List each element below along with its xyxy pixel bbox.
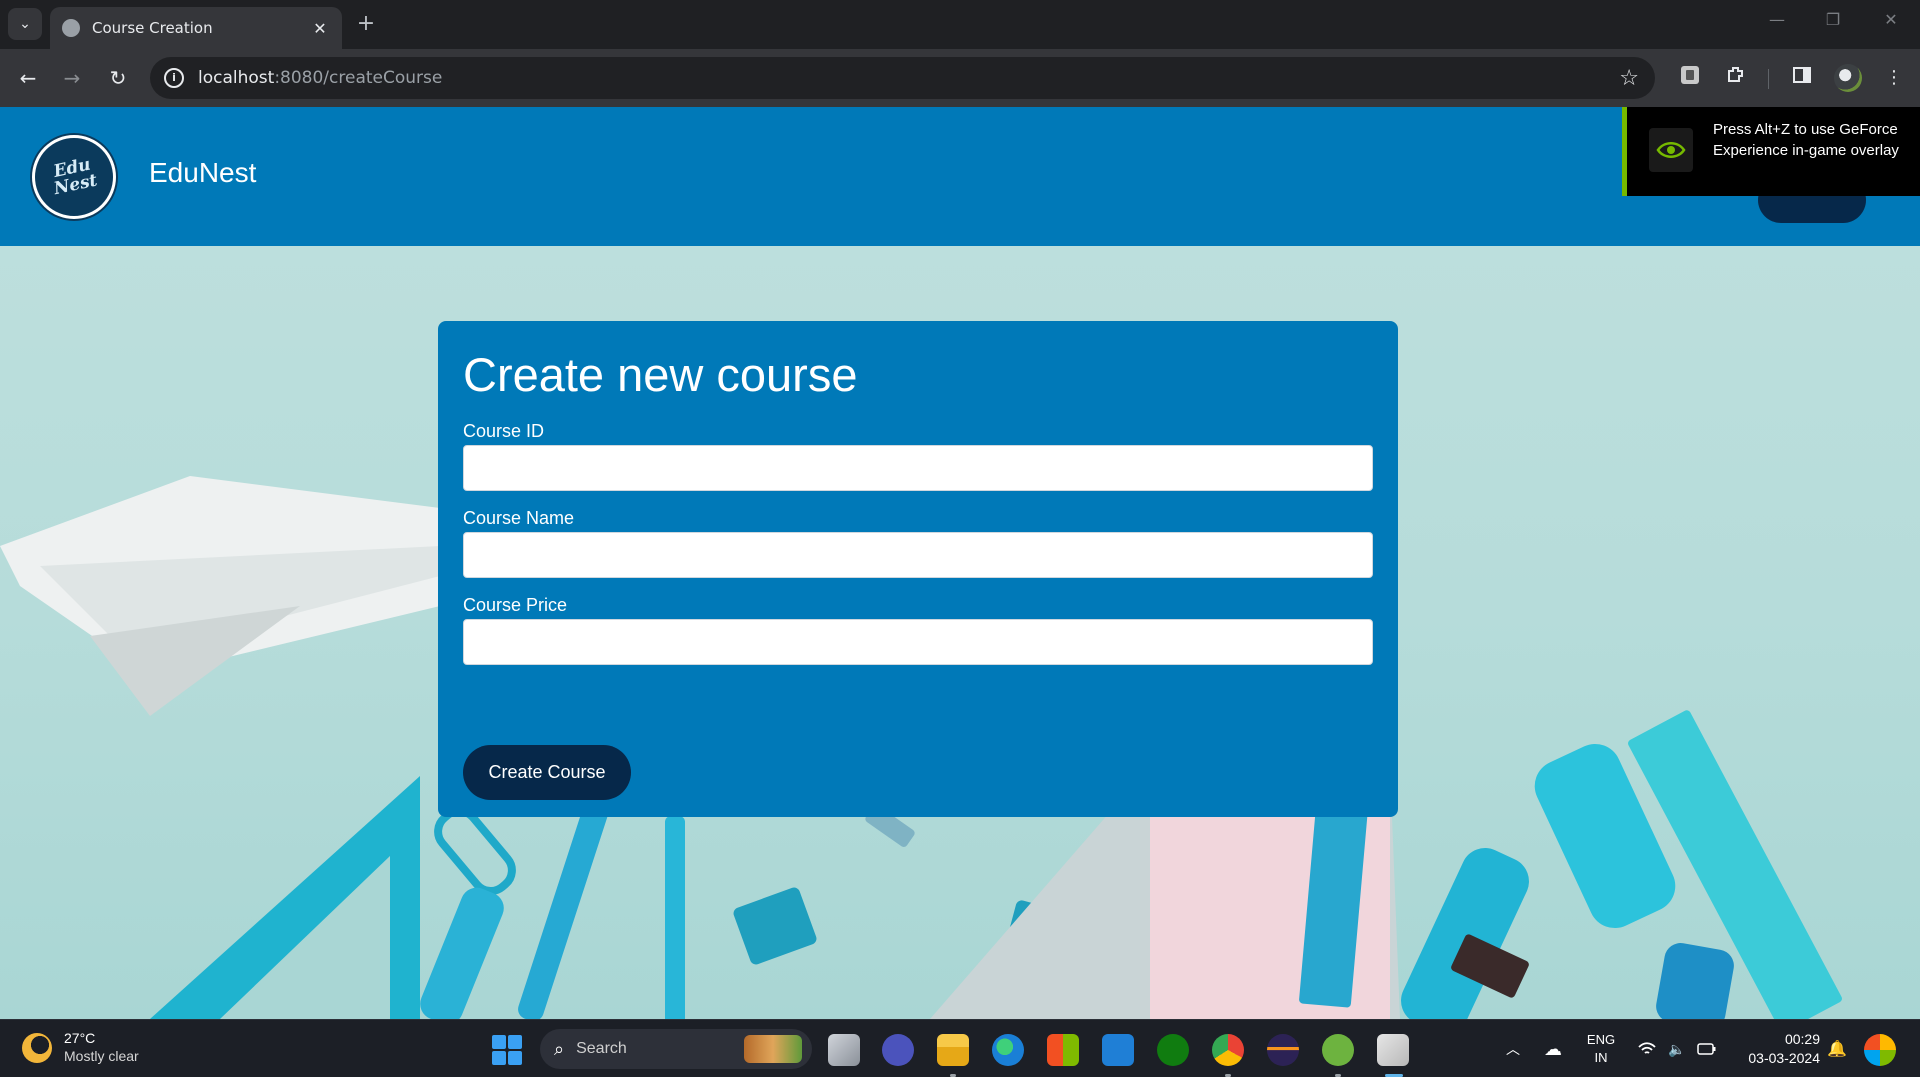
address-bar[interactable]: i localhost:8080/createCourse ☆: [150, 57, 1655, 99]
url-host: localhost: [198, 68, 275, 88]
language-indicator[interactable]: ENG IN: [1578, 1020, 1624, 1077]
page-viewport: Edu Nest EduNest Press Alt+Z to use GeFo…: [0, 107, 1920, 1019]
moon-weather-icon: [22, 1032, 52, 1063]
back-arrow-icon[interactable]: ←: [14, 64, 42, 92]
file-explorer-icon[interactable]: [937, 1034, 969, 1066]
brand-name[interactable]: EduNest: [149, 157, 256, 189]
edge-browser-icon[interactable]: [992, 1034, 1024, 1066]
battery-icon[interactable]: [1692, 1020, 1722, 1077]
url-path: :8080/createCourse: [274, 68, 443, 88]
copilot-icon[interactable]: [1864, 1034, 1896, 1066]
more-menu-icon[interactable]: ⋮: [1880, 64, 1908, 92]
logo-text: Edu Nest: [51, 154, 100, 200]
microsoft-store-icon[interactable]: [1047, 1034, 1079, 1066]
create-course-button[interactable]: Create Course: [463, 745, 631, 800]
browser-tab[interactable]: Course Creation ✕: [50, 7, 342, 49]
volume-icon[interactable]: 🔈: [1662, 1020, 1692, 1077]
battery-glyph: [1697, 1043, 1716, 1055]
site-header: Edu Nest EduNest Press Alt+Z to use GeFo…: [0, 107, 1920, 246]
search-icon: ⌕: [554, 1038, 565, 1060]
edunest-logo[interactable]: Edu Nest: [32, 135, 116, 219]
taskbar-search[interactable]: ⌕ Search: [540, 1029, 812, 1069]
snipping-tool-icon[interactable]: [1377, 1034, 1409, 1066]
clock-time: 00:29: [1784, 1031, 1820, 1047]
language-code: ENG: [1586, 1032, 1616, 1047]
toolbar-divider: [1768, 69, 1769, 89]
close-window-icon[interactable]: ✕: [1876, 10, 1906, 29]
tab-search-dropdown-icon[interactable]: ⌄: [8, 8, 42, 40]
side-panel-icon[interactable]: [1788, 64, 1816, 92]
create-course-form: Create new course Course ID Course Name …: [438, 321, 1398, 817]
globe-icon: [62, 19, 80, 37]
site-info-icon[interactable]: i: [164, 68, 184, 88]
puzzle-icon: [1728, 67, 1743, 82]
course-price-label: Course Price: [463, 595, 568, 615]
extension-app-icon: [1681, 66, 1699, 84]
side-panel-glyph: [1793, 67, 1811, 83]
wifi-icon[interactable]: [1632, 1020, 1662, 1077]
weather-temperature: 27°C: [64, 1030, 96, 1046]
tab-strip: ⌄ Course Creation ✕ + — ❐ ✕: [0, 0, 1920, 49]
profile-avatar[interactable]: [1834, 64, 1862, 92]
tab-title: Course Creation: [92, 19, 213, 37]
system-clock[interactable]: 00:29 03-03-2024: [1730, 1020, 1820, 1077]
chrome-icon[interactable]: [1212, 1034, 1244, 1066]
nvidia-eye-glyph: [1656, 142, 1686, 158]
course-name-label: Course Name: [463, 508, 575, 528]
wifi-glyph: [1638, 1042, 1656, 1054]
extensions-icon[interactable]: [1722, 64, 1750, 92]
windows-start-icon[interactable]: [492, 1035, 522, 1065]
spring-tool-suite-icon[interactable]: [1322, 1034, 1354, 1066]
overlay-text: Press Alt+Z to use GeForce Experience in…: [1713, 121, 1899, 159]
search-highlight-image: [744, 1035, 802, 1063]
eclipse-ide-icon[interactable]: [1267, 1034, 1299, 1066]
minimize-icon[interactable]: —: [1762, 10, 1792, 29]
course-name-input[interactable]: [463, 532, 1373, 578]
show-hidden-icons-chevron-icon[interactable]: ︿: [1498, 1020, 1528, 1077]
close-tab-icon[interactable]: ✕: [310, 19, 330, 38]
geforce-overlay-notification: Press Alt+Z to use GeForce Experience in…: [1622, 107, 1920, 196]
reload-icon[interactable]: ↻: [104, 64, 132, 92]
restore-icon[interactable]: ❐: [1818, 10, 1848, 29]
bookmark-star-icon[interactable]: ☆: [1619, 66, 1639, 91]
teams-chat-icon[interactable]: [882, 1034, 914, 1066]
mail-icon[interactable]: [1102, 1034, 1134, 1066]
notification-bell-icon[interactable]: 🔔: [1822, 1020, 1852, 1077]
new-tab-button[interactable]: +: [352, 10, 380, 38]
windows-taskbar: 27°C Mostly clear ⌕ Search ︿ ☁ ENG IN 🔈 …: [0, 1019, 1920, 1077]
form-title: Create new course: [463, 348, 858, 401]
course-id-label: Course ID: [463, 421, 545, 441]
course-id-input[interactable]: [463, 445, 1373, 491]
weather-description: Mostly clear: [64, 1048, 139, 1064]
extension-puzzle-icon[interactable]: [1676, 64, 1704, 92]
xbox-icon[interactable]: [1157, 1034, 1189, 1066]
task-view-icon[interactable]: [828, 1034, 860, 1066]
forward-arrow-icon[interactable]: →: [58, 64, 86, 92]
weather-widget[interactable]: 27°C Mostly clear: [22, 1030, 139, 1065]
clock-date: 03-03-2024: [1748, 1050, 1820, 1066]
onedrive-cloud-icon[interactable]: ☁: [1538, 1020, 1568, 1077]
browser-toolbar: ← → ↻ i localhost:8080/createCourse ☆ ⋮: [0, 49, 1920, 107]
region-code: IN: [1594, 1050, 1608, 1065]
course-price-input[interactable]: [463, 619, 1373, 665]
nvidia-eye-icon: [1649, 128, 1693, 172]
search-label: Search: [576, 1040, 627, 1057]
